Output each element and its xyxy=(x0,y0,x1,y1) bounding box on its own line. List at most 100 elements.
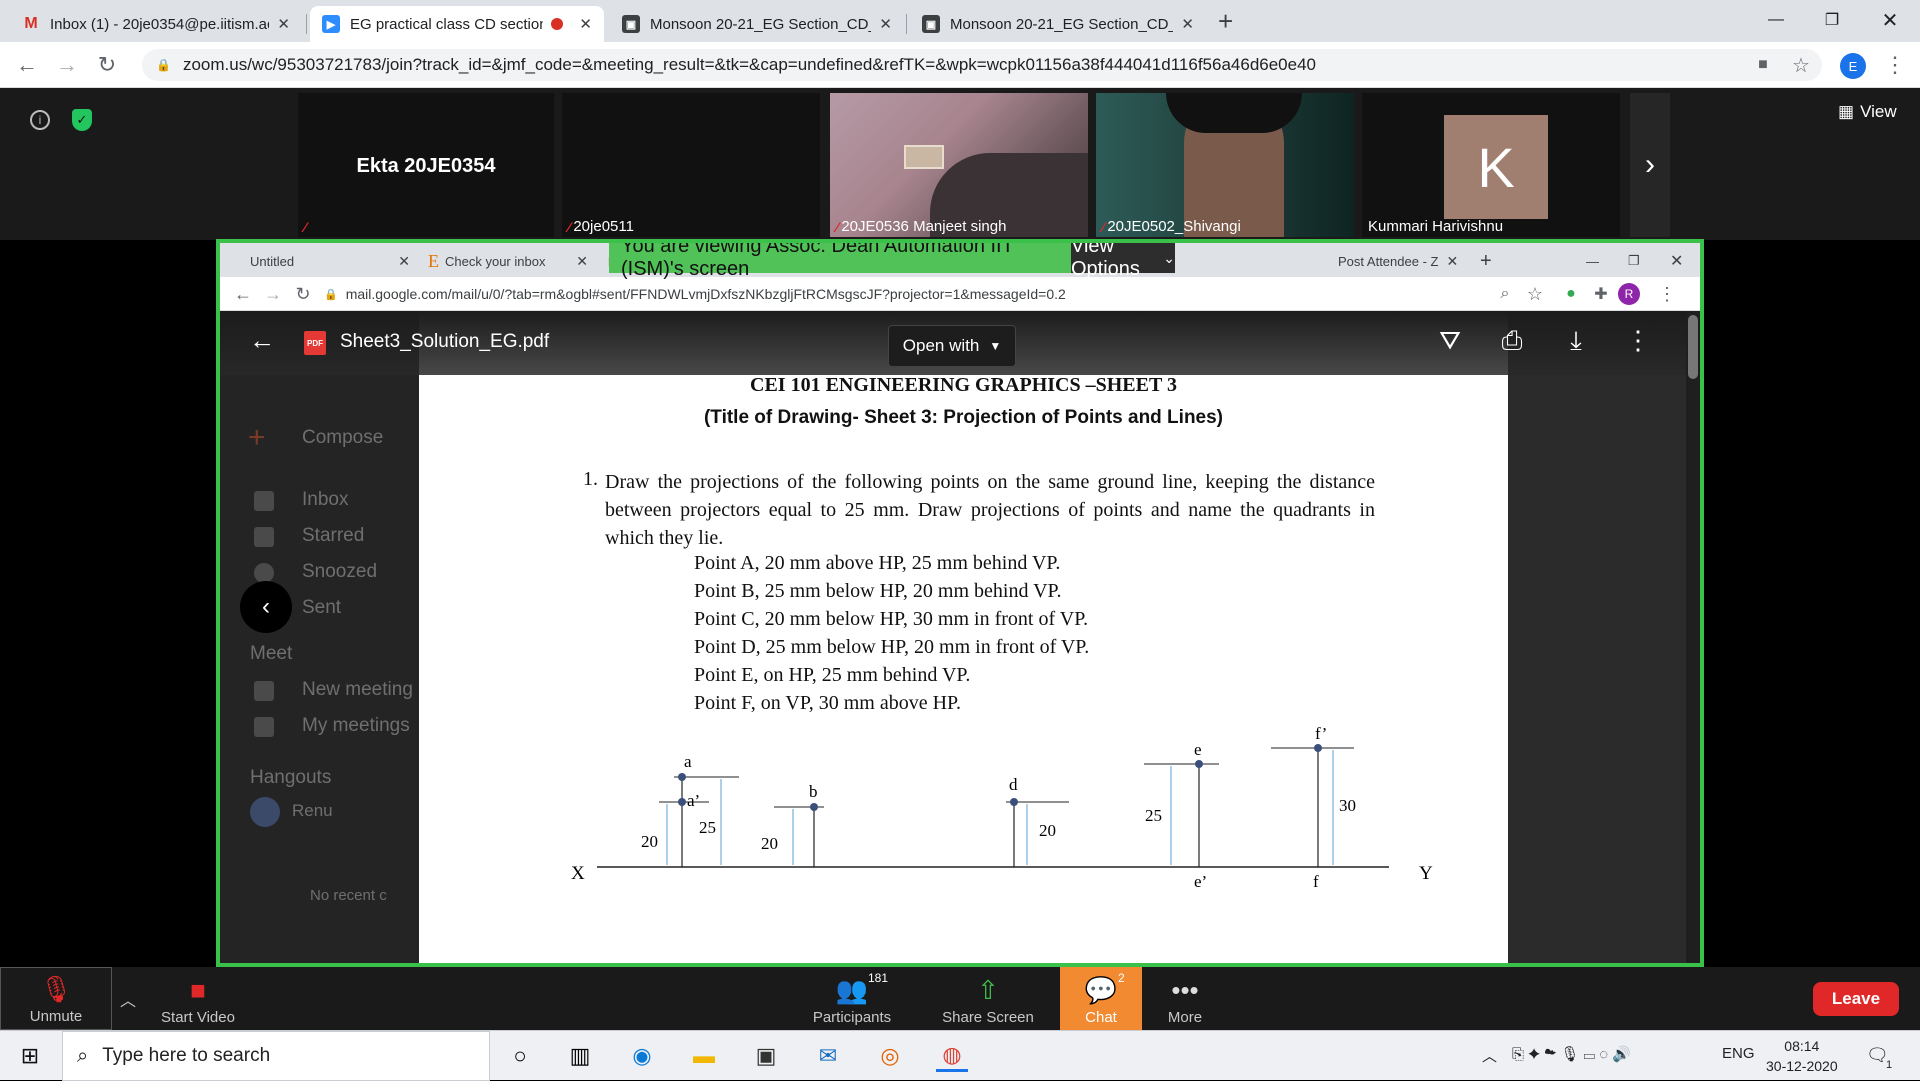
restore-button[interactable]: ❐ xyxy=(1804,0,1860,40)
restore-button[interactable]: ❐ xyxy=(1618,245,1648,277)
forward-button[interactable]: → xyxy=(258,279,288,309)
close-tab-icon[interactable]: ✕ xyxy=(579,15,592,33)
zoom-lens-icon[interactable]: ⌕ xyxy=(1490,279,1520,309)
back-button[interactable]: ← xyxy=(12,50,42,80)
forward-button[interactable]: → xyxy=(52,50,82,80)
shared-tab-untitled[interactable]: Untitled ✕ xyxy=(240,245,420,277)
scrollbar-thumb[interactable] xyxy=(1688,315,1698,379)
close-tab-icon[interactable]: ✕ xyxy=(277,15,290,33)
close-tab-icon[interactable]: ✕ xyxy=(879,15,892,33)
chat-button[interactable]: 💬 Chat xyxy=(1060,967,1142,1030)
add-to-drive-icon[interactable]: ⛛ xyxy=(1432,325,1468,357)
hangouts-user[interactable]: Renu xyxy=(292,801,333,821)
email-icon: E xyxy=(428,250,439,271)
new-tab-button[interactable]: + xyxy=(1470,245,1500,277)
bookmark-star-icon[interactable]: ☆ xyxy=(1786,50,1816,80)
tab-classroom-1[interactable]: ▣ Monsoon 20-21_EG Section_CD_ ✕ xyxy=(610,6,904,42)
system-clock[interactable]: 08:14 30-12-2020 xyxy=(1766,1036,1838,1076)
unmute-button[interactable]: 🎙 Unmute xyxy=(0,967,112,1030)
chevron-left-icon[interactable]: ‹ xyxy=(240,581,292,633)
extensions-icon[interactable]: ✚ xyxy=(1586,279,1616,309)
shared-tab-check-inbox[interactable]: E Check your inbox ✕ xyxy=(418,245,598,277)
view-options-button[interactable]: View Options ⌄ xyxy=(1071,243,1175,280)
scrollbar[interactable] xyxy=(1686,311,1700,963)
point-e-text: Point E, on HP, 25 mm behind VP. xyxy=(694,664,971,686)
taskbar-search-box[interactable]: ⌕ Type here to search xyxy=(62,1031,490,1081)
profile-avatar[interactable]: E xyxy=(1840,53,1866,79)
mail-icon[interactable]: ✉ xyxy=(812,1040,844,1072)
audio-options-caret[interactable]: ︿ xyxy=(114,967,142,1030)
back-button[interactable]: ← xyxy=(228,279,258,309)
compose-label[interactable]: Compose xyxy=(302,427,383,449)
close-tab-icon[interactable]: ✕ xyxy=(390,253,410,270)
url-field[interactable]: 🔒 zoom.us/wc/95303721783/join?track_id=&… xyxy=(142,49,1822,81)
open-with-button[interactable]: Open with ▼ xyxy=(888,325,1016,367)
shared-screen[interactable]: Untitled✕ E Check your inbox✕ M Post Att… xyxy=(216,239,1704,967)
camera-icon[interactable]: ■ xyxy=(1748,50,1778,80)
gmail-item-starred[interactable]: Starred xyxy=(302,525,364,547)
more-dots-icon: ••• xyxy=(1171,975,1199,1005)
tab-zoom-meeting[interactable]: ▶ EG practical class CD section ✕ xyxy=(310,6,604,42)
participants-button[interactable]: 👥 Participants xyxy=(800,967,904,1030)
label-d: d xyxy=(1009,775,1018,794)
reload-button[interactable]: ↻ xyxy=(92,50,122,80)
browser-tab-strip: M Inbox (1) - 20je0354@pe.iitism.ac ✕ ▶ … xyxy=(0,0,1920,42)
close-window-button[interactable]: ✕ xyxy=(1660,245,1690,277)
participant-tile-shivangi[interactable]: ⁄ 20JE0502_Shivangi xyxy=(1096,93,1354,237)
pdf-file-name: Sheet3_Solution_EG.pdf xyxy=(340,331,550,352)
new-tab-button[interactable]: + xyxy=(1218,8,1233,34)
firefox-icon[interactable]: ◎ xyxy=(874,1040,906,1072)
share-screen-button[interactable]: ⇧ Share Screen xyxy=(936,967,1040,1030)
download-icon[interactable]: ⤓ xyxy=(1558,325,1594,357)
gmail-item-inbox[interactable]: Inbox xyxy=(302,489,348,511)
store-icon[interactable]: ▣ xyxy=(750,1040,782,1072)
tab-classroom-2[interactable]: ▣ Monsoon 20-21_EG Section_CD_ ✕ xyxy=(910,6,1206,42)
back-arrow-icon[interactable]: ← xyxy=(244,325,280,356)
print-icon[interactable]: ⎙ xyxy=(1494,325,1530,357)
tab-gmail-inbox[interactable]: M Inbox (1) - 20je0354@pe.iitism.ac ✕ xyxy=(10,6,302,42)
task-view-icon[interactable]: ▥ xyxy=(564,1040,596,1072)
participant-tile-20je0511[interactable]: ⁄ 20je0511 xyxy=(562,93,820,237)
grammarly-icon[interactable]: ● xyxy=(1556,279,1586,309)
more-button[interactable]: ••• More xyxy=(1150,967,1220,1030)
start-video-button[interactable]: ■ Start Video xyxy=(148,967,248,1030)
shared-url-field[interactable]: 🔒 mail.google.com/mail/u/0/?tab=rm&ogbl#… xyxy=(324,281,1354,307)
minimize-button[interactable]: — xyxy=(1576,245,1606,277)
profile-avatar[interactable]: R xyxy=(1618,283,1640,305)
close-window-button[interactable]: ✕ xyxy=(1862,0,1918,40)
next-page-chevron-icon[interactable]: › xyxy=(1630,93,1670,237)
gmail-item-sent[interactable]: Sent xyxy=(302,597,341,619)
cortana-icon[interactable]: ○ xyxy=(504,1040,536,1072)
leave-meeting-button[interactable]: Leave xyxy=(1813,982,1899,1016)
gmail-item-new-meeting[interactable]: New meeting xyxy=(302,679,413,701)
menu-kebab-icon[interactable]: ⋮ xyxy=(1880,50,1910,80)
participant-tile-kummari[interactable]: K Kummari Harivishnu xyxy=(1362,93,1620,237)
close-tab-icon[interactable]: ✕ xyxy=(1438,253,1458,270)
more-kebab-icon[interactable]: ⋮ xyxy=(1620,325,1656,356)
minimize-button[interactable]: — xyxy=(1748,0,1804,40)
file-explorer-icon[interactable]: ▬ xyxy=(688,1040,720,1072)
gmail-item-snoozed[interactable]: Snoozed xyxy=(302,561,377,583)
label-x: X xyxy=(571,863,585,884)
tray-icons[interactable]: ⎘ ✦ ☁ 🎙 ▭ ◌ 🔊 xyxy=(1512,1045,1631,1063)
reload-button[interactable]: ↻ xyxy=(288,279,318,309)
menu-kebab-icon[interactable]: ⋮ xyxy=(1652,279,1682,309)
view-button[interactable]: ▦ View xyxy=(1838,102,1897,122)
language-indicator[interactable]: ENG xyxy=(1722,1045,1755,1062)
tray-expand-icon[interactable]: ︿ xyxy=(1482,1045,1497,1066)
close-tab-icon[interactable]: ✕ xyxy=(568,253,588,270)
shared-tab-post-attendee[interactable]: Post Attendee - Z ✕ xyxy=(1328,245,1458,277)
search-icon: ⌕ xyxy=(77,1044,89,1067)
gmail-item-my-meetings[interactable]: My meetings xyxy=(302,715,410,737)
chat-bubble-icon: 💬 xyxy=(1084,975,1118,1005)
windows-start-icon[interactable]: ⊞ xyxy=(14,1040,46,1072)
chrome-icon[interactable]: ◍ xyxy=(936,1040,968,1072)
participant-tile-ekta[interactable]: Ekta 20JE0354 ⁄ xyxy=(298,93,554,237)
close-tab-icon[interactable]: ✕ xyxy=(1181,15,1194,33)
edge-icon[interactable]: ◉ xyxy=(626,1040,658,1072)
point-d-text: Point D, 25 mm below HP, 20 mm in front … xyxy=(694,636,1090,658)
security-shield-icon[interactable]: ✓ xyxy=(72,109,92,131)
info-icon[interactable]: i xyxy=(30,110,50,130)
bookmark-star-icon[interactable]: ☆ xyxy=(1520,279,1550,309)
participant-tile-manjeet[interactable]: ⁄ 20JE0536 Manjeet singh xyxy=(830,93,1088,237)
